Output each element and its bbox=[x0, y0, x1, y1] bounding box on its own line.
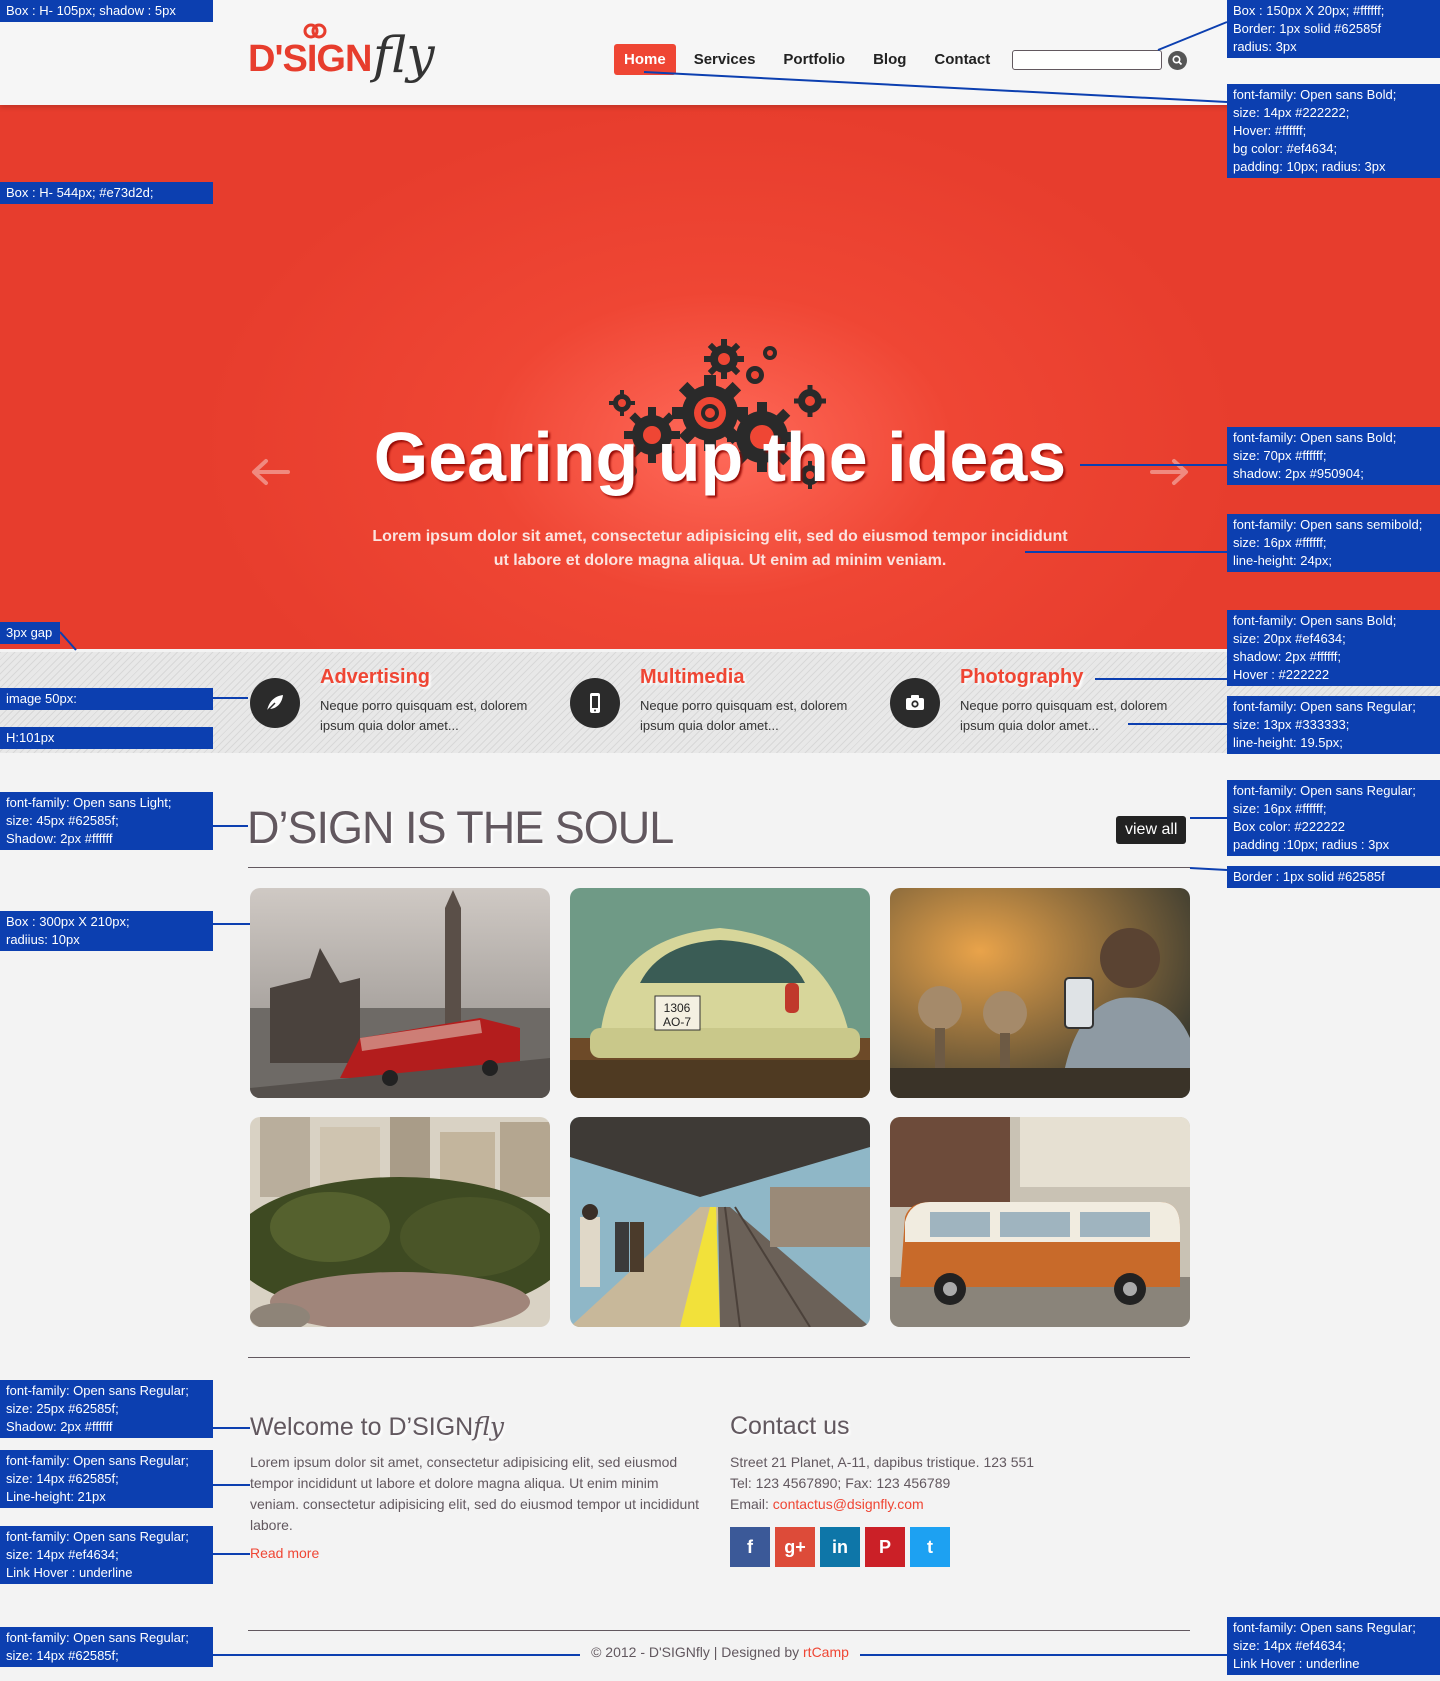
svg-text:1306: 1306 bbox=[664, 1001, 691, 1015]
twitter-icon: t bbox=[927, 1537, 933, 1557]
site-header: D'SIGN fly Home Services Portfolio Blog … bbox=[0, 0, 1440, 105]
logo-script-text: fly bbox=[373, 26, 435, 84]
annotation-header-box: Box : H- 105px; shadow : 5px bbox=[0, 0, 213, 22]
annotation-service-desc-spec: font-family: Open sans Regular; size: 13… bbox=[1227, 696, 1440, 754]
service-title[interactable]: Multimedia bbox=[640, 666, 744, 689]
annotation-image-size: image 50px: bbox=[0, 688, 213, 710]
annotation-footer-link-spec: font-family: Open sans Regular; size: 14… bbox=[1227, 1617, 1440, 1675]
portfolio-divider bbox=[248, 867, 1190, 868]
footer-divider bbox=[248, 1630, 1190, 1631]
hero-title: Gearing up the ideas bbox=[373, 418, 1067, 496]
portfolio-photo[interactable] bbox=[250, 888, 550, 1098]
read-more-link[interactable]: Read more bbox=[250, 1543, 319, 1564]
portfolio-photo[interactable] bbox=[890, 888, 1190, 1098]
annotation-nav-spec: font-family: Open sans Bold; size: 14px … bbox=[1227, 84, 1440, 178]
service-description: Neque porro quisquam est, dolorem ipsum … bbox=[960, 698, 1168, 733]
linkedin-icon: in bbox=[832, 1537, 848, 1557]
google-plus-button[interactable]: g+ bbox=[775, 1527, 815, 1567]
annotation-hero-title-spec: font-family: Open sans Bold; size: 70px … bbox=[1227, 427, 1440, 485]
facebook-button[interactable]: f bbox=[730, 1527, 770, 1567]
twitter-button[interactable]: t bbox=[910, 1527, 950, 1567]
portfolio-photo[interactable]: 1306 AO-7 bbox=[570, 888, 870, 1098]
service-photography[interactable]: Photography Neque porro quisquam est, do… bbox=[890, 664, 1190, 744]
nav-services[interactable]: Services bbox=[684, 44, 766, 75]
pinterest-icon: P bbox=[878, 1537, 891, 1557]
logo[interactable]: D'SIGN fly bbox=[248, 18, 438, 96]
svg-text:AO-7: AO-7 bbox=[663, 1015, 691, 1029]
service-description: Neque porro quisquam est, dolorem ipsum … bbox=[320, 698, 528, 733]
annotation-body-font: font-family: Open sans Regular; size: 14… bbox=[0, 1450, 213, 1508]
contact-email-row: Email: contactus@dsignfly.com bbox=[730, 1494, 924, 1515]
welcome-title-prefix: Welcome to D’SIGN bbox=[250, 1413, 474, 1441]
contact-title: Contact us bbox=[730, 1412, 850, 1440]
nav-contact[interactable]: Contact bbox=[924, 44, 1000, 75]
annotation-border-spec: Border : 1px solid #62585f bbox=[1227, 866, 1440, 888]
service-title[interactable]: Advertising bbox=[320, 666, 430, 689]
nav-portfolio[interactable]: Portfolio bbox=[773, 44, 855, 75]
annotation-hero-box: Box : H- 544px; #e73d2d; bbox=[0, 182, 213, 204]
search-icon bbox=[1172, 55, 1183, 66]
annotation-section-font: font-family: Open sans Light; size: 45px… bbox=[0, 792, 213, 850]
portfolio-photo[interactable] bbox=[890, 1117, 1190, 1327]
annotation-service-title-spec: font-family: Open sans Bold; size: 20px … bbox=[1227, 610, 1440, 686]
service-icon-circle bbox=[250, 678, 300, 728]
annotation-link-font: font-family: Open sans Regular; size: 14… bbox=[0, 1526, 213, 1584]
pinterest-button[interactable]: P bbox=[865, 1527, 905, 1567]
annotation-photo-box: Box : 300px X 210px; radiius: 10px bbox=[0, 911, 213, 951]
portfolio-title: D’SIGN IS THE SOUL bbox=[247, 802, 674, 853]
service-multimedia[interactable]: Multimedia Neque porro quisquam est, dol… bbox=[570, 664, 870, 744]
search-button[interactable] bbox=[1168, 51, 1187, 70]
annotation-hero-sub-spec: font-family: Open sans semibold; size: 1… bbox=[1227, 514, 1440, 572]
annotation-footer-font: font-family: Open sans Regular; size: 14… bbox=[0, 1627, 213, 1667]
annotation-strip-height: H:101px bbox=[0, 727, 213, 749]
service-icon-circle bbox=[890, 678, 940, 728]
service-icon-circle bbox=[570, 678, 620, 728]
camera-icon bbox=[906, 695, 924, 710]
logo-main-text: D'SIGN bbox=[248, 38, 372, 80]
annotation-gap: 3px gap bbox=[0, 622, 60, 644]
contact-phone: Tel: 123 4567890; Fax: 123 456789 bbox=[730, 1475, 951, 1491]
phone-icon bbox=[590, 693, 600, 713]
facebook-icon: f bbox=[747, 1537, 753, 1557]
annotation-search-spec: Box : 150px X 20px; #ffffff; Border: 1px… bbox=[1227, 0, 1440, 58]
welcome-title-script: fly bbox=[473, 1412, 505, 1441]
hero-subtitle: Lorem ipsum dolor sit amet, consectetur … bbox=[372, 528, 1068, 569]
contact-email-link[interactable]: contactus@dsignfly.com bbox=[773, 1496, 924, 1512]
content-divider bbox=[248, 1357, 1190, 1358]
footer-copyright: © 2012 - D'SIGNfly | Designed by bbox=[591, 1644, 804, 1660]
portfolio-photo[interactable] bbox=[250, 1117, 550, 1327]
nav-blog[interactable]: Blog bbox=[863, 44, 916, 75]
welcome-title: Welcome to D’SIGNfly bbox=[250, 1412, 504, 1442]
service-advertising[interactable]: Advertising Neque porro quisquam est, do… bbox=[250, 664, 550, 744]
service-description: Neque porro quisquam est, dolorem ipsum … bbox=[640, 698, 848, 733]
view-all-button[interactable]: view all bbox=[1116, 816, 1187, 844]
contact-email-label: Email: bbox=[730, 1496, 773, 1512]
contact-address: Street 21 Planet, A-11, dapibus tristiqu… bbox=[730, 1454, 1035, 1470]
welcome-body: Lorem ipsum dolor sit amet, consectetur … bbox=[250, 1454, 700, 1533]
footer: © 2012 - D'SIGNfly | Designed by rtCamp bbox=[0, 1644, 1440, 1660]
leaf-icon bbox=[266, 695, 283, 712]
service-title[interactable]: Photography bbox=[960, 666, 1083, 689]
search-input[interactable] bbox=[1012, 50, 1162, 70]
footer-credit-link[interactable]: rtCamp bbox=[803, 1644, 849, 1660]
main-nav: Home Services Portfolio Blog Contact bbox=[614, 44, 1008, 75]
portfolio-photo[interactable] bbox=[570, 1117, 870, 1327]
linkedin-button[interactable]: in bbox=[820, 1527, 860, 1567]
annotation-view-all-spec: font-family: Open sans Regular; size: 16… bbox=[1227, 780, 1440, 856]
google-plus-icon: g+ bbox=[784, 1537, 806, 1557]
hero-slider: Gearing up the ideas Lorem ipsum dolor s… bbox=[0, 105, 1440, 649]
annotation-welcome-font: font-family: Open sans Regular; size: 25… bbox=[0, 1380, 213, 1438]
nav-home[interactable]: Home bbox=[614, 44, 676, 75]
